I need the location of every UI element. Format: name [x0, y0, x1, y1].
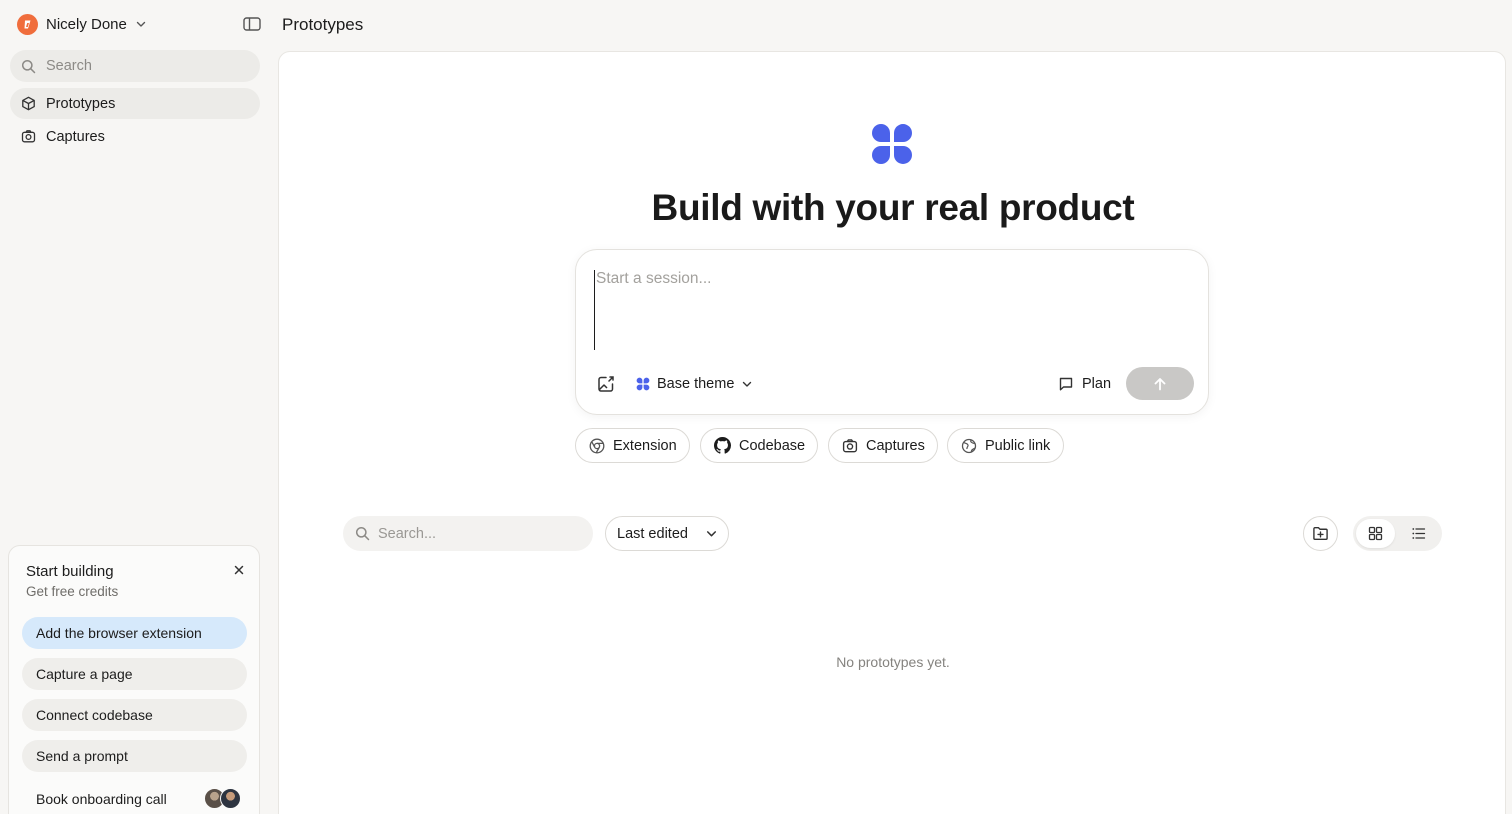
send-button[interactable]	[1126, 367, 1194, 400]
sidebar-item-prototypes[interactable]: Prototypes	[10, 88, 260, 119]
avatar	[220, 788, 241, 809]
main-panel: Build with your real product Base theme …	[278, 51, 1506, 814]
task-label: Connect codebase	[36, 707, 153, 723]
chevron-down-icon	[135, 18, 147, 30]
prototype-search[interactable]	[343, 516, 593, 551]
chip-label: Public link	[985, 437, 1051, 454]
chevron-down-icon	[741, 378, 753, 390]
sidebar-search[interactable]	[10, 50, 260, 82]
chip-codebase[interactable]: Codebase	[700, 428, 818, 463]
attach-image-icon[interactable]	[596, 374, 616, 394]
plan-label: Plan	[1082, 376, 1112, 392]
chip-label: Captures	[866, 437, 925, 454]
empty-state-text: No prototypes yet.	[836, 654, 950, 670]
folder-plus-icon	[1312, 525, 1329, 542]
task-label: Book onboarding call	[36, 791, 167, 807]
sort-dropdown[interactable]: Last edited	[605, 516, 729, 551]
chat-bubble-icon	[1058, 376, 1074, 392]
task-label: Add the browser extension	[36, 625, 202, 641]
sidebar-item-label: Prototypes	[46, 95, 116, 112]
chip-captures[interactable]: Captures	[828, 428, 938, 463]
close-icon[interactable]	[232, 563, 246, 577]
theme-selector[interactable]: Base theme	[636, 373, 753, 395]
prompt-composer: Base theme Plan	[575, 249, 1209, 415]
brand-logo-icon	[870, 122, 914, 166]
sidebar-item-captures[interactable]: Captures	[10, 121, 260, 152]
task-connect-codebase[interactable]: Connect codebase	[22, 699, 247, 731]
globe-link-icon	[961, 438, 977, 454]
search-icon	[355, 526, 370, 541]
task-label: Capture a page	[36, 666, 133, 682]
task-send-prompt[interactable]: Send a prompt	[22, 740, 247, 772]
sort-label: Last edited	[617, 525, 688, 542]
cube-icon	[21, 96, 36, 111]
onboarding-title: Start building	[26, 563, 114, 580]
sidebar: Nicely Done Prototypes Captures Start bu…	[0, 0, 270, 814]
workspace-logo-icon	[17, 13, 38, 35]
chip-label: Extension	[613, 437, 677, 454]
hero-title: Build with your real product	[651, 187, 1135, 228]
camera-icon	[21, 129, 36, 144]
camera-icon	[842, 438, 858, 454]
view-toggle	[1353, 516, 1442, 551]
sidebar-toggle-icon[interactable]	[242, 15, 262, 33]
github-icon	[714, 437, 731, 454]
list-view-button[interactable]	[1399, 519, 1438, 548]
sidebar-item-label: Captures	[46, 128, 105, 145]
search-icon	[21, 59, 36, 74]
workspace-name: Nicely Done	[46, 15, 127, 33]
new-folder-button[interactable]	[1303, 516, 1338, 551]
plan-button[interactable]: Plan	[1058, 372, 1111, 396]
prototype-search-input[interactable]	[378, 525, 578, 542]
task-label: Send a prompt	[36, 748, 128, 764]
task-capture-page[interactable]: Capture a page	[22, 658, 247, 690]
task-book-call[interactable]: Book onboarding call	[22, 783, 247, 814]
arrow-up-icon	[1152, 376, 1168, 392]
chip-public-link[interactable]: Public link	[947, 428, 1064, 463]
list-icon	[1411, 526, 1426, 541]
theme-label: Base theme	[657, 376, 735, 392]
task-add-extension[interactable]: Add the browser extension	[22, 617, 247, 649]
grid-icon	[1368, 526, 1383, 541]
sidebar-search-input[interactable]	[46, 58, 236, 74]
theme-logo-icon	[636, 377, 650, 391]
onboarding-card: Start building Get free credits Add the …	[8, 545, 260, 814]
page-title: Prototypes	[282, 15, 364, 34]
chip-label: Codebase	[739, 437, 806, 454]
prompt-input[interactable]	[594, 270, 1194, 350]
chevron-down-icon	[705, 527, 718, 540]
workspace-switcher[interactable]: Nicely Done	[17, 13, 147, 35]
avatar-group	[204, 788, 241, 809]
chip-extension[interactable]: Extension	[575, 428, 690, 463]
onboarding-subtitle: Get free credits	[26, 584, 119, 599]
chrome-icon	[589, 438, 605, 454]
grid-view-button[interactable]	[1356, 519, 1395, 548]
